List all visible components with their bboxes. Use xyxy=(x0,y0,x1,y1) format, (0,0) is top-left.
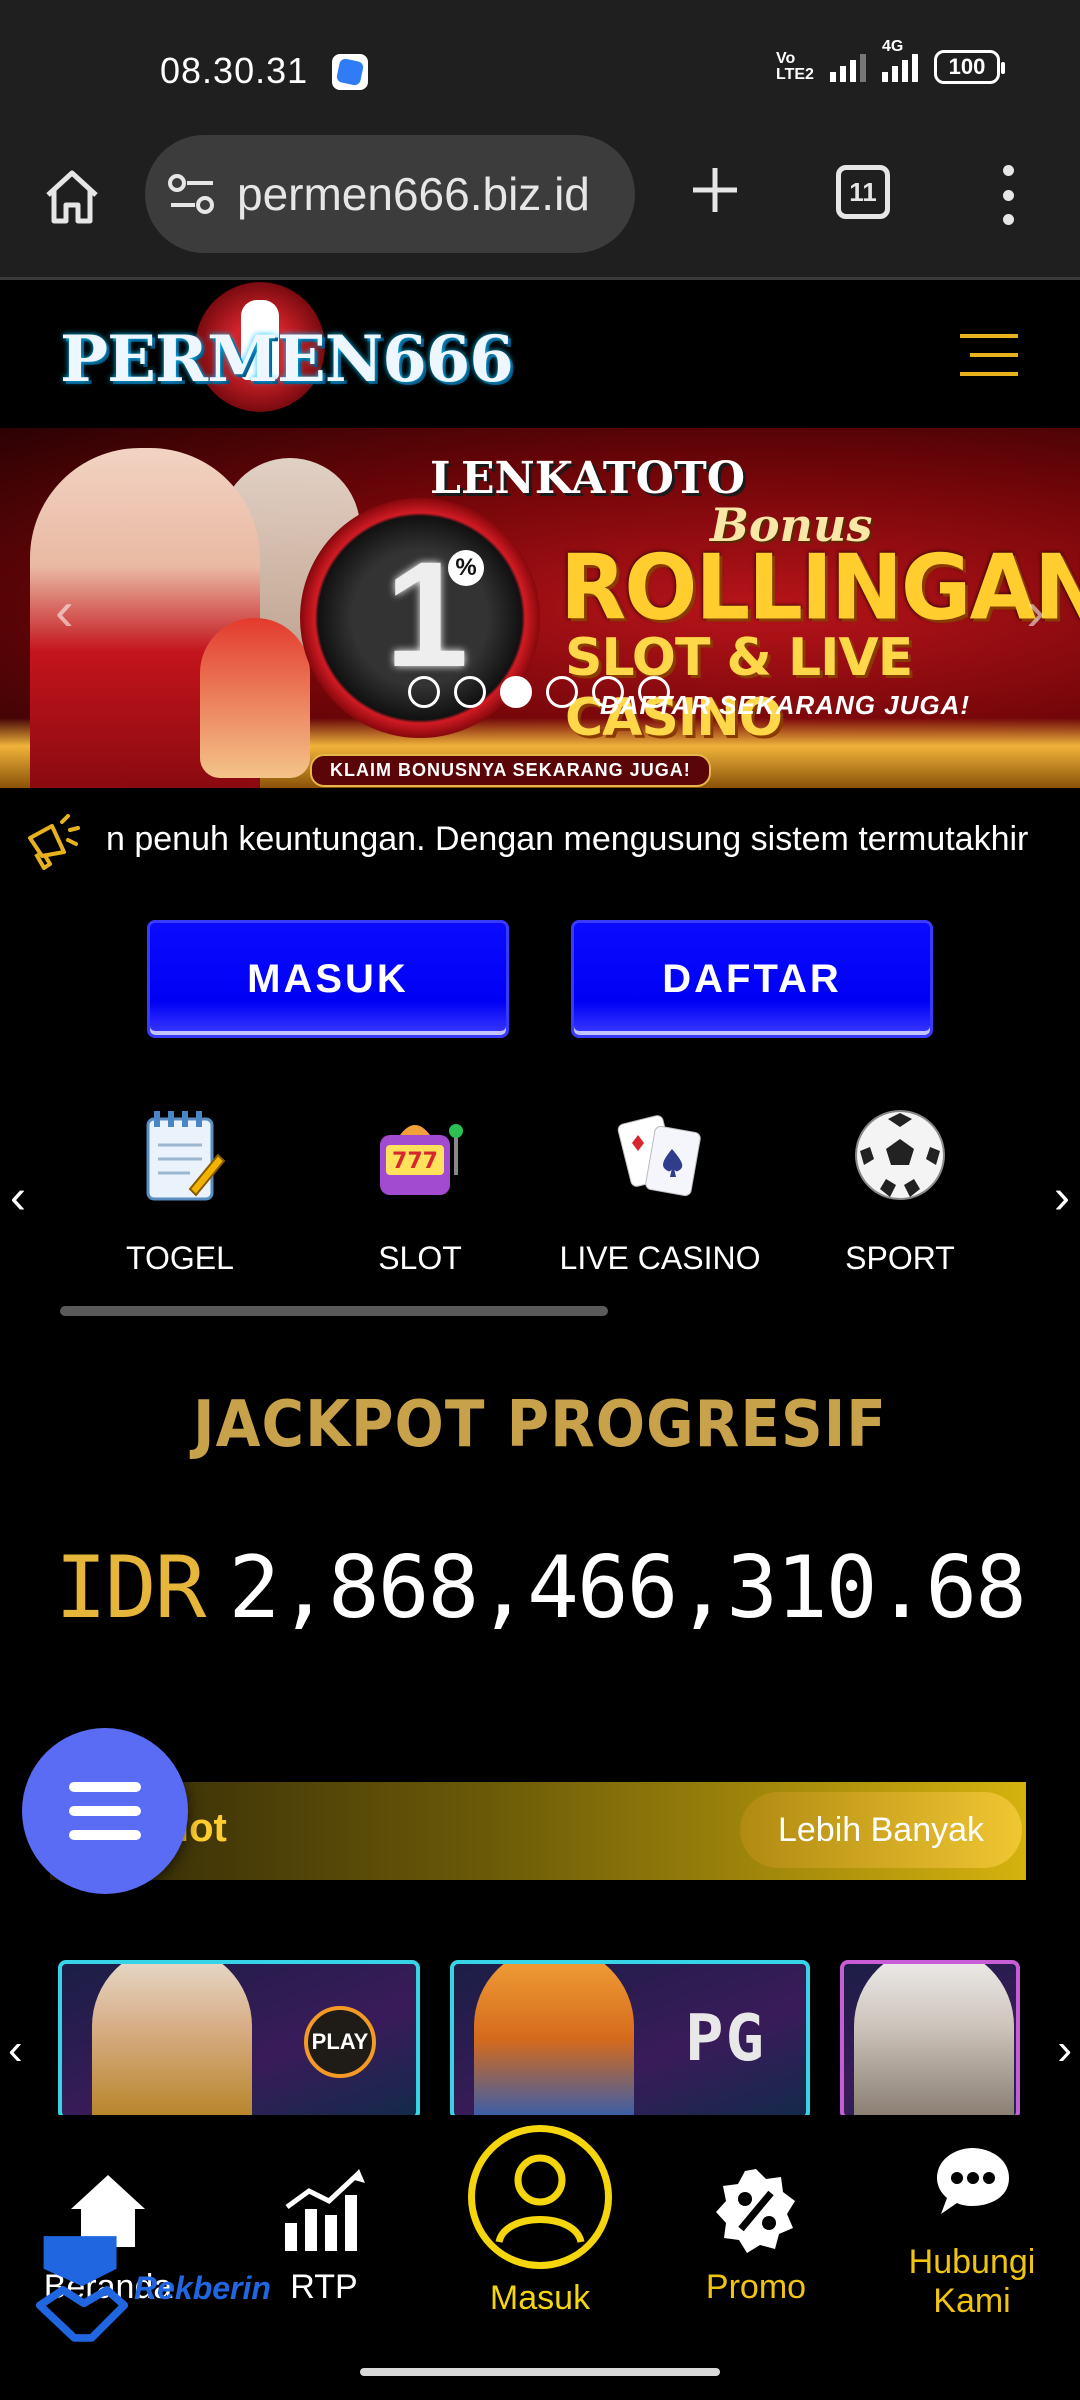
announcement-marquee: n penuh keuntungan. Dengan mengusung sis… xyxy=(0,790,1080,890)
svg-text:777: 777 xyxy=(392,1149,438,1174)
gesture-navigation-bar[interactable] xyxy=(360,2368,720,2376)
banner-headline: ROLLINGAN xyxy=(560,535,1080,641)
jackpot-amount: 2,868,466,310.68 xyxy=(228,1538,1026,1638)
status-bar: 08.30.31 Vo LTE2 4G 100 xyxy=(0,0,1080,135)
banner-dot[interactable] xyxy=(546,676,578,708)
status-indicators: Vo LTE2 4G 100 xyxy=(776,38,1005,84)
banner-dot[interactable] xyxy=(454,676,486,708)
banner-next-icon[interactable]: › xyxy=(1026,578,1045,643)
hot-slot-header: lot Lebih Banyak xyxy=(50,1782,1026,1880)
banner-dot[interactable] xyxy=(638,676,670,708)
provider-badge: PG xyxy=(684,2002,766,2076)
nav-label: Kami xyxy=(933,2282,1011,2320)
marquee-text: n penuh keuntungan. Dengan mengusung sis… xyxy=(106,820,1029,858)
category-label: SLOT xyxy=(378,1240,462,1276)
jackpot-value: IDR 2,868,466,310.68 xyxy=(0,1538,1080,1638)
banner-dot[interactable] xyxy=(408,676,440,708)
soccer-ball-icon xyxy=(855,1110,945,1200)
category-carousel: ‹ TOGEL 777 SLOT LIVE CASINO SPORT › xyxy=(0,1105,1080,1335)
category-scrollbar[interactable] xyxy=(60,1306,608,1316)
promo-banner[interactable]: 1 % LENKATOTO Bonus ROLLINGAN SLOT & LIV… xyxy=(0,428,1080,788)
login-button[interactable]: MASUK xyxy=(147,920,509,1038)
slot-machine-icon: 777 xyxy=(380,1124,463,1195)
banner-claim: KLAIM BONUSNYA SEKARANG JUGA! xyxy=(310,754,711,787)
provider-badge: PLAY xyxy=(304,2006,376,2078)
nav-label: Promo xyxy=(705,2268,807,2306)
home-icon[interactable] xyxy=(40,165,104,229)
site-settings-icon[interactable] xyxy=(167,173,217,217)
rekberin-badge[interactable]: Rekberin xyxy=(34,2230,274,2350)
game-character xyxy=(474,1964,634,2115)
game-prev-icon[interactable]: ‹ xyxy=(8,2025,23,2075)
nav-login[interactable]: Masuk xyxy=(468,2125,612,2318)
category-togel[interactable]: TOGEL xyxy=(60,1105,300,1277)
megaphone-icon xyxy=(28,814,80,870)
rekberin-label: Rekberin xyxy=(134,2270,271,2306)
playing-cards-icon xyxy=(617,1115,701,1197)
register-button[interactable]: DAFTAR xyxy=(571,920,933,1038)
game-tile[interactable]: PLAY xyxy=(58,1960,420,2115)
category-live-casino[interactable]: LIVE CASINO xyxy=(540,1105,780,1277)
banner-brand: LENKATOTO xyxy=(430,453,746,504)
category-next-icon[interactable]: › xyxy=(1054,1170,1070,1225)
game-character xyxy=(92,1964,252,2115)
handshake-shield-icon xyxy=(35,2236,129,2342)
status-time: 08.30.31 xyxy=(160,50,309,91)
nav-promo[interactable]: Promo xyxy=(648,2165,864,2307)
network-4g-icon: 4G xyxy=(882,38,918,82)
new-tab-icon[interactable] xyxy=(685,160,745,220)
banner-dot[interactable] xyxy=(500,676,532,708)
volte-icon: Vo LTE2 xyxy=(776,50,814,83)
bar-chart-icon xyxy=(285,2169,365,2251)
category-label: TOGEL xyxy=(126,1240,234,1276)
category-slot[interactable]: 777 SLOT xyxy=(300,1105,540,1277)
browser-toolbar: permen666.biz.id 11 xyxy=(0,135,1080,280)
floating-menu-button[interactable] xyxy=(22,1728,188,1894)
nav-contact[interactable]: Hubungi Kami xyxy=(864,2140,1080,2321)
see-more-button[interactable]: Lebih Banyak xyxy=(740,1792,1022,1868)
site-header: PERMEN666 xyxy=(0,282,1080,427)
banner-dot[interactable] xyxy=(592,676,624,708)
category-label: SPORT xyxy=(845,1240,955,1276)
notepad-icon xyxy=(146,1111,226,1201)
banner-prev-icon[interactable]: ‹ xyxy=(55,578,74,643)
category-label: LIVE CASINO xyxy=(559,1240,761,1276)
hamburger-menu-icon[interactable] xyxy=(960,334,1018,376)
game-tile[interactable]: PG xyxy=(450,1960,810,2115)
banner-anime-figure xyxy=(200,618,310,778)
category-sport[interactable]: SPORT xyxy=(780,1105,1020,1277)
site-logo[interactable]: PERMEN666 xyxy=(60,322,514,397)
game-carousel: ‹ PLAY PG › xyxy=(0,1920,1080,2115)
jackpot-currency: IDR xyxy=(55,1538,206,1638)
banner-pagination xyxy=(408,676,670,708)
nav-label: Hubungi xyxy=(908,2243,1036,2281)
app-notification-icon xyxy=(332,54,368,90)
more-menu-icon[interactable] xyxy=(998,165,1018,225)
game-tile[interactable] xyxy=(840,1960,1020,2115)
discount-badge-icon xyxy=(716,2169,795,2253)
battery-icon: 100 xyxy=(934,50,1005,84)
nav-label: Masuk xyxy=(489,2279,591,2317)
signal-icon xyxy=(830,52,866,82)
jackpot-title: JACKPOT PROGRESIF xyxy=(193,1386,887,1462)
game-next-icon[interactable]: › xyxy=(1057,2025,1072,2075)
category-prev-icon[interactable]: ‹ xyxy=(10,1170,26,1225)
user-icon xyxy=(468,2125,612,2269)
game-character xyxy=(854,1964,1014,2115)
tab-switcher-button[interactable]: 11 xyxy=(836,165,890,219)
banner-percent-sign: % xyxy=(448,550,484,586)
address-bar[interactable]: permen666.biz.id xyxy=(145,135,635,253)
url-text[interactable]: permen666.biz.id xyxy=(237,167,617,221)
chat-icon xyxy=(937,2148,1009,2214)
